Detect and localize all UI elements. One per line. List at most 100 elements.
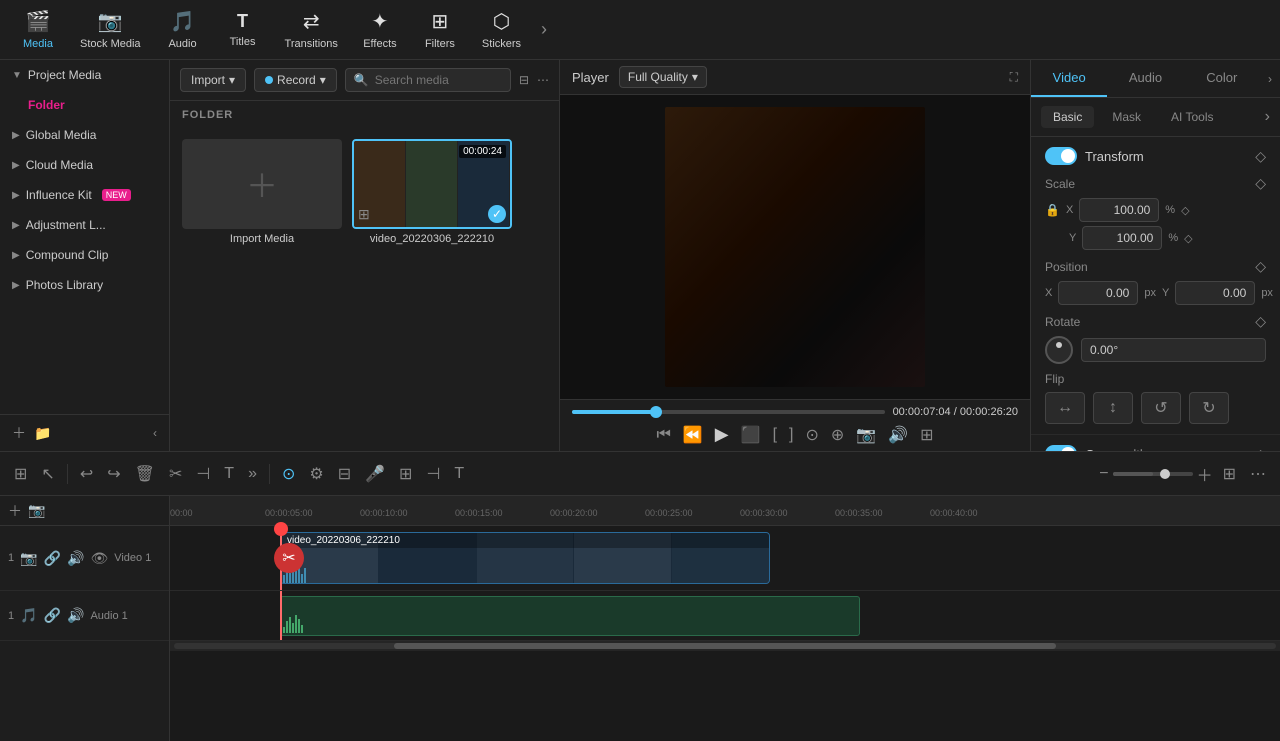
zoom-track[interactable] — [1113, 472, 1193, 476]
scale-x-input[interactable] — [1079, 198, 1159, 222]
toolbar-stock-media[interactable]: 📷 Stock Media — [68, 5, 153, 54]
snapshot-icon[interactable]: 📷 — [856, 425, 876, 445]
rotate-wheel[interactable] — [1045, 336, 1073, 364]
subtab-basic[interactable]: Basic — [1041, 106, 1094, 128]
position-y-input[interactable] — [1175, 281, 1255, 305]
aspect-ratio-icon[interactable]: ⊞ — [920, 425, 933, 445]
sidebar-item-folder[interactable]: Folder — [0, 90, 169, 120]
toolbar-audio[interactable]: 🎵 Audio — [153, 5, 213, 54]
transform-toggle[interactable] — [1045, 147, 1077, 165]
lock-icon[interactable]: 🔒 — [1045, 203, 1060, 217]
sidebar-item-compound-clip[interactable]: ▶ Compound Clip — [0, 240, 169, 270]
redo-icon[interactable]: ↪ — [103, 460, 124, 488]
scroll-track[interactable] — [174, 643, 1276, 649]
video-track-visibility-icon[interactable]: 👁 — [90, 550, 108, 567]
sidebar-item-influence-kit[interactable]: ▶ Influence Kit NEW — [0, 180, 169, 210]
audio-track-icon[interactable]: 🎵 — [20, 607, 37, 624]
transform-diamond-icon[interactable]: ◇ — [1255, 148, 1266, 165]
timeline-scrollbar[interactable] — [170, 641, 1280, 651]
subtab-mask[interactable]: Mask — [1100, 106, 1153, 128]
import-thumb[interactable]: ＋ — [182, 139, 342, 229]
tab-audio[interactable]: Audio — [1107, 60, 1183, 97]
sidebar-item-adjustment[interactable]: ▶ Adjustment L... — [0, 210, 169, 240]
toolbar-titles[interactable]: T Titles — [213, 7, 273, 52]
scale-x-diamond-icon[interactable]: ◇ — [1181, 204, 1189, 217]
record-button[interactable]: Record ▾ — [254, 68, 337, 92]
zoom-out-icon[interactable]: − — [1099, 465, 1108, 483]
zoom-thumb[interactable] — [1160, 469, 1170, 479]
import-button[interactable]: Import ▾ — [180, 68, 246, 92]
zoom-in-icon[interactable]: ＋ — [1197, 462, 1213, 486]
select-tool-icon[interactable]: ↖ — [37, 460, 58, 488]
toolbar-effects[interactable]: ✦ Effects — [350, 5, 410, 54]
split-audio-icon[interactable]: ⊣ — [422, 460, 444, 488]
audio-track-link-icon[interactable]: 🔗 — [44, 607, 61, 624]
stop-icon[interactable]: ⬛ — [741, 425, 761, 445]
text-icon[interactable]: T — [220, 461, 238, 487]
sidebar-item-cloud-media[interactable]: ▶ Cloud Media — [0, 150, 169, 180]
quality-select[interactable]: Full Quality ▾ — [619, 66, 707, 88]
progress-thumb[interactable] — [650, 406, 662, 418]
video-track-mute-icon[interactable]: 🔊 — [67, 550, 84, 567]
flip-vertical-button[interactable]: ↕ — [1093, 392, 1133, 424]
tab-more-icon[interactable]: › — [1260, 62, 1280, 96]
audio-clip[interactable] — [280, 596, 860, 636]
toolbar-transitions[interactable]: ⇄ Transitions — [273, 5, 350, 54]
more-tools-icon[interactable]: » — [244, 461, 261, 487]
mark-in-icon[interactable]: [ — [773, 426, 777, 444]
transition-icon[interactable]: ⊞ — [395, 460, 416, 488]
settings-icon[interactable]: ⋯ — [1246, 460, 1270, 488]
scissors-button[interactable]: ✂ — [274, 543, 304, 573]
volume-icon[interactable]: 🔊 — [888, 425, 908, 445]
flip-horizontal-button[interactable]: ↔ — [1045, 392, 1085, 424]
sidebar-item-global-media[interactable]: ▶ Global Media — [0, 120, 169, 150]
sidebar-item-photos-library[interactable]: ▶ Photos Library — [0, 270, 169, 300]
audio-record-icon[interactable]: 🎤 — [361, 460, 389, 488]
ripple-icon[interactable]: ⚙ — [305, 460, 327, 488]
title-overlay-icon[interactable]: T — [450, 461, 468, 487]
rotate-left-button[interactable]: ↺ — [1141, 392, 1181, 424]
sidebar-item-project-media[interactable]: ▼ Project Media — [0, 60, 169, 90]
tab-color[interactable]: Color — [1184, 60, 1260, 97]
more-options-icon[interactable]: ⋯ — [537, 73, 549, 87]
toolbar-more[interactable]: › — [533, 15, 555, 44]
delete-icon[interactable]: 🗑 — [131, 460, 159, 488]
fullscreen-icon[interactable]: ⛶ — [1010, 70, 1018, 85]
progress-track[interactable] — [572, 410, 885, 414]
compositing-toggle[interactable] — [1045, 445, 1077, 451]
video-track-camera-icon[interactable]: 📷 — [20, 550, 37, 567]
insert-icon[interactable]: ⊙ — [805, 425, 818, 445]
toolbar-media[interactable]: 🎬 Media — [8, 5, 68, 54]
snap-icon[interactable]: ⊙ — [278, 460, 299, 488]
mark-out-icon[interactable]: ] — [789, 426, 793, 444]
search-input[interactable] — [375, 73, 502, 87]
play-button[interactable]: ▶ — [715, 424, 729, 445]
add-scene-icon[interactable]: ⊞ — [10, 460, 31, 488]
transform-mode-icon[interactable]: ⊟ — [334, 460, 355, 488]
undo-icon[interactable]: ↩ — [76, 460, 97, 488]
rotate-diamond-icon[interactable]: ◇ — [1255, 313, 1266, 330]
media-import-item[interactable]: ＋ Import Media — [182, 139, 342, 245]
append-icon[interactable]: ⊕ — [831, 425, 844, 445]
skip-back-icon[interactable]: ⏮ — [656, 426, 670, 444]
toolbar-stickers[interactable]: ⬡ Stickers — [470, 5, 533, 54]
camera-icon[interactable]: 📷 — [28, 502, 45, 519]
video-track-link-icon[interactable]: 🔗 — [44, 550, 61, 567]
video-thumb[interactable]: 00:00:24 ⊞ ✓ — [352, 139, 512, 229]
step-back-icon[interactable]: ⏪ — [683, 425, 703, 445]
grid-view-icon[interactable]: ⊞ — [1219, 460, 1240, 488]
position-diamond-icon[interactable]: ◇ — [1255, 258, 1266, 275]
position-x-input[interactable] — [1058, 281, 1138, 305]
scale-y-input[interactable] — [1082, 226, 1162, 250]
audio-track-mute-icon[interactable]: 🔊 — [67, 607, 84, 624]
scroll-thumb[interactable] — [394, 643, 1055, 649]
scale-y-diamond-icon[interactable]: ◇ — [1184, 232, 1192, 245]
toolbar-filters[interactable]: ⊞ Filters — [410, 5, 470, 54]
rotate-right-button[interactable]: ↻ — [1189, 392, 1229, 424]
add-track-icon[interactable]: ＋ — [12, 423, 26, 443]
search-box[interactable]: 🔍 — [345, 68, 511, 92]
media-video-item[interactable]: 00:00:24 ⊞ ✓ video_20220306_222210 — [352, 139, 512, 245]
add-track-button[interactable]: ＋ — [8, 501, 22, 521]
tab-video[interactable]: Video — [1031, 60, 1107, 97]
filter-icon[interactable]: ⊟ — [519, 73, 529, 87]
